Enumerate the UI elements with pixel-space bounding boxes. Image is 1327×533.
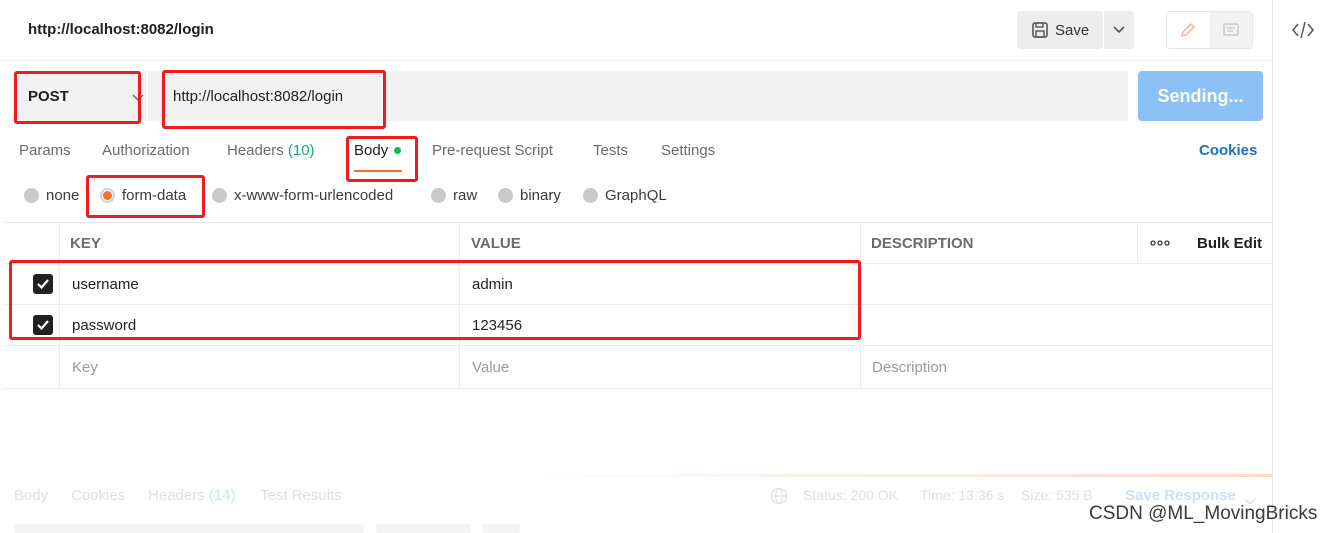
more-options-button[interactable]: [1150, 223, 1170, 263]
save-disk-icon: [1032, 22, 1048, 38]
edit-comment-toggle: [1166, 11, 1253, 49]
annotation-box-form-data: [86, 175, 205, 218]
tab-headers-label: Headers: [227, 142, 284, 159]
right-sidebar-divider: [1272, 0, 1273, 533]
key-input[interactable]: Key: [72, 346, 98, 388]
code-icon: [1292, 21, 1314, 39]
radio-none[interactable]: none: [24, 187, 79, 204]
response-tab-test-results[interactable]: Test Results: [260, 487, 342, 504]
response-tab-headers[interactable]: Headers (14): [148, 487, 236, 504]
table-row-empty: Key Value Description: [4, 346, 1272, 389]
annotation-box-url: [162, 70, 386, 129]
code-snippet-button[interactable]: [1290, 18, 1316, 42]
tab-settings[interactable]: Settings: [661, 142, 715, 159]
annotation-box-body-tab: [346, 136, 418, 182]
header-description: DESCRIPTION: [871, 234, 974, 252]
annotation-box-params: [9, 260, 861, 340]
response-skeleton: [376, 524, 471, 533]
response-skeleton: [482, 524, 520, 533]
header-value: VALUE: [471, 234, 521, 252]
response-headers-count: (14): [208, 487, 236, 504]
save-response-button[interactable]: Save Response: [1125, 487, 1236, 504]
value-input[interactable]: Value: [472, 346, 509, 388]
response-status: Status: 200 OK: [803, 487, 898, 503]
edit-button[interactable]: [1167, 12, 1210, 48]
bulk-edit-button[interactable]: Bulk Edit: [1197, 223, 1262, 263]
radio-circle: [431, 188, 446, 203]
tab-headers-count: (10): [287, 142, 315, 159]
response-size: Size: 535 B: [1021, 487, 1093, 503]
save-dropdown-button[interactable]: [1104, 11, 1134, 49]
response-tab-body[interactable]: Body: [14, 487, 48, 504]
comment-icon: [1223, 23, 1239, 36]
radio-circle: [212, 188, 227, 203]
tab-params[interactable]: Params: [19, 142, 71, 159]
annotation-box-method: [14, 71, 141, 124]
pencil-icon: [1181, 22, 1196, 38]
response-headers-label: Headers: [148, 487, 205, 504]
radio-label: x-www-form-urlencoded: [234, 187, 394, 204]
radio-circle: [583, 188, 598, 203]
tab-prerequest-script[interactable]: Pre-request Script: [432, 142, 553, 159]
radio-graphql[interactable]: GraphQL: [583, 187, 667, 204]
radio-circle: [498, 188, 513, 203]
response-tab-cookies[interactable]: Cookies: [71, 487, 125, 504]
header-key: KEY: [70, 234, 101, 252]
send-button[interactable]: Sending...: [1138, 71, 1263, 121]
globe-icon: [770, 487, 788, 510]
tab-authorization[interactable]: Authorization: [102, 142, 190, 159]
response-time: Time: 13.36 s: [920, 487, 1005, 503]
radio-label: binary: [520, 187, 561, 204]
response-divider: [0, 474, 1272, 477]
radio-binary[interactable]: binary: [498, 187, 561, 204]
tab-tests[interactable]: Tests: [593, 142, 628, 159]
request-title: http://localhost:8082/login: [28, 21, 214, 38]
radio-label: raw: [453, 187, 478, 204]
radio-label: GraphQL: [605, 187, 667, 204]
save-label: Save: [1055, 21, 1090, 39]
header-divider: [0, 60, 1272, 61]
cookies-link[interactable]: Cookies: [1199, 142, 1257, 159]
description-cell[interactable]: [871, 305, 1137, 345]
ellipsis-icon: [1150, 240, 1170, 246]
chevron-down-icon: [1113, 26, 1125, 34]
tab-headers[interactable]: Headers (10): [227, 142, 315, 159]
comments-button[interactable]: [1209, 12, 1252, 48]
radio-raw[interactable]: raw: [431, 187, 477, 204]
table-header-row: KEY VALUE DESCRIPTION Bulk Edit: [4, 223, 1272, 264]
radio-circle: [24, 188, 39, 203]
description-input[interactable]: Description: [872, 346, 947, 388]
radio-urlencoded[interactable]: x-www-form-urlencoded: [212, 187, 393, 204]
radio-label: none: [46, 187, 80, 204]
watermark: CSDN @ML_MovingBricks: [1089, 503, 1318, 524]
description-cell[interactable]: [871, 264, 1137, 304]
save-button[interactable]: Save: [1017, 11, 1103, 49]
response-skeleton: [14, 524, 364, 533]
